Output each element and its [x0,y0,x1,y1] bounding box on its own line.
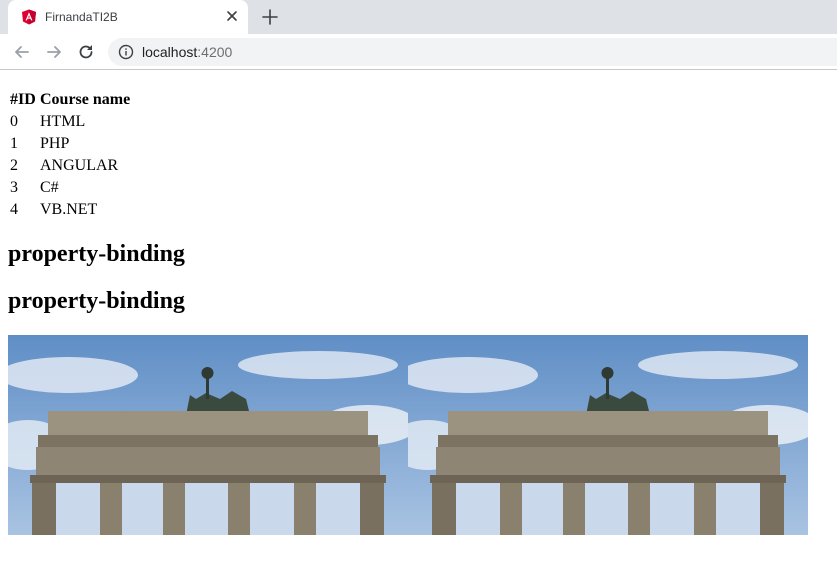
tab-title: FirnandaTI2B [45,10,118,24]
table-row: 3 C# [10,177,130,199]
url-host: localhost [142,44,198,60]
cell-course-name: HTML [40,113,86,130]
close-icon[interactable] [224,8,240,24]
brandenburg-gate-image [8,335,408,535]
table-row: 1 PHP [10,133,130,155]
cell-id: 3 [10,179,18,196]
cell-course-name: PHP [40,135,70,152]
column-header-id: #ID [10,91,36,108]
courses-table: #ID Course name 0 HTML 1 PHP 2 ANGULAR 3… [8,89,132,221]
table-row: 4 VB.NET [10,199,130,221]
address-bar[interactable]: localhost:4200 [108,38,837,66]
cell-id: 4 [10,201,18,218]
angular-favicon-icon [22,9,36,25]
cell-id: 0 [10,113,18,130]
reload-icon[interactable] [76,42,96,62]
brandenburg-gate-image [408,335,808,535]
info-icon[interactable] [118,44,134,60]
heading-property-binding: property-binding [8,288,185,314]
cell-course-name: ANGULAR [40,157,119,174]
browser-toolbar: localhost:4200 [0,34,837,70]
url-port: :4200 [197,44,233,60]
back-arrow-icon[interactable] [12,42,32,62]
browser-tab[interactable]: FirnandaTI2B [8,0,248,34]
heading-property-binding: property-binding [8,241,185,267]
cell-id: 2 [10,157,18,174]
tab-strip: FirnandaTI2B [0,0,837,34]
new-tab-icon[interactable] [260,7,280,27]
cell-course-name: C# [40,179,59,196]
cell-course-name: VB.NET [40,201,98,218]
page-content: #ID Course name 0 HTML 1 PHP 2 ANGULAR 3… [0,71,837,564]
url-text[interactable]: localhost:4200 [142,44,232,60]
table-header-row: #ID Course name [10,89,130,111]
column-header-course-name: Course name [40,91,131,108]
forward-arrow-icon[interactable] [44,42,64,62]
table-row: 0 HTML [10,111,130,133]
cell-id: 1 [10,135,18,152]
table-row: 2 ANGULAR [10,155,130,177]
